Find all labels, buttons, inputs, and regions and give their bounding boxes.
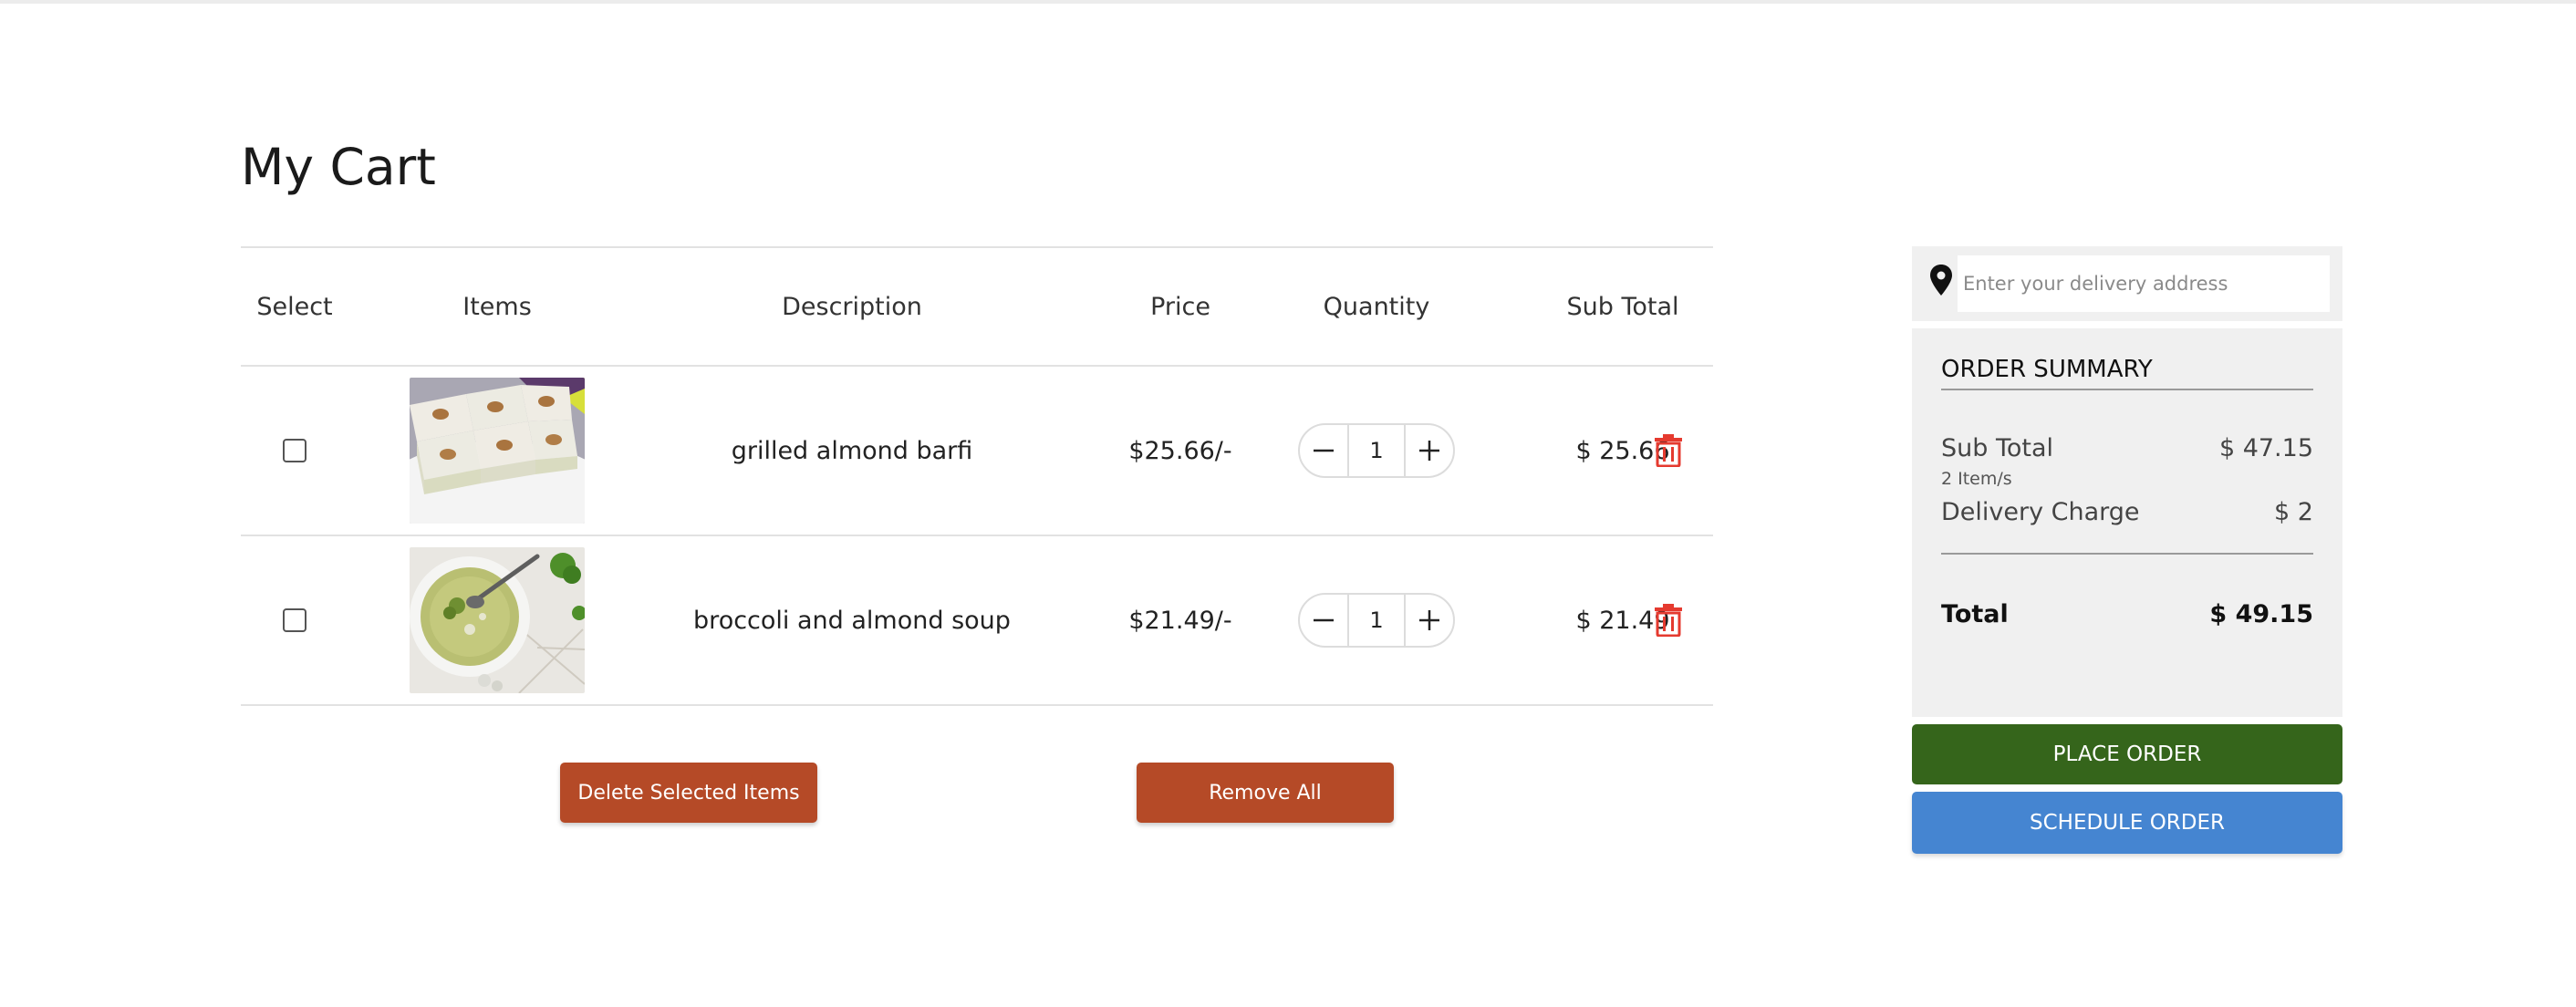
- increment-button[interactable]: [1406, 595, 1453, 646]
- quantity-stepper: 1: [1298, 423, 1455, 478]
- delivery-address-box: [1912, 246, 2342, 321]
- schedule-order-button[interactable]: SCHEDULE ORDER: [1912, 792, 2342, 854]
- table-row: broccoli and almond soup $21.49/- 1 $ 21…: [241, 536, 1713, 706]
- header-quantity: Quantity: [1323, 292, 1430, 321]
- plus-icon: [1419, 441, 1439, 461]
- header-items: Items: [462, 292, 532, 321]
- header-description: Description: [782, 292, 922, 321]
- item-description: broccoli and almond soup: [693, 606, 1011, 635]
- item-count: 2 Item/s: [1941, 469, 2012, 489]
- delivery-label: Delivery Charge: [1941, 498, 2140, 526]
- cart-table: Select Items Description Price Quantity …: [241, 246, 1713, 706]
- summary-divider: [1941, 553, 2313, 555]
- order-summary: ORDER SUMMARY Sub Total $ 47.15 2 Item/s…: [1912, 328, 2342, 717]
- order-summary-title: ORDER SUMMARY: [1941, 356, 2313, 390]
- header-select: Select: [256, 292, 333, 321]
- subtotal-value: $ 47.15: [2218, 434, 2313, 462]
- minus-icon: [1314, 449, 1334, 452]
- header-subtotal: Sub Total: [1566, 292, 1679, 321]
- decrement-button[interactable]: [1300, 425, 1347, 476]
- delivery-line: Delivery Charge $ 2: [1941, 498, 2313, 526]
- trash-icon[interactable]: [1654, 604, 1683, 637]
- subtotal-label: Sub Total: [1941, 434, 2054, 462]
- table-header-row: Select Items Description Price Quantity …: [241, 246, 1713, 367]
- almond-barfi-image: [410, 378, 585, 524]
- plus-icon: [1419, 610, 1439, 630]
- total-line: Total $ 49.15: [1941, 600, 2313, 628]
- broccoli-soup-image: [410, 547, 585, 693]
- select-checkbox[interactable]: [283, 608, 306, 632]
- delivery-value: $ 2: [2274, 498, 2313, 526]
- item-description: grilled almond barfi: [731, 436, 973, 465]
- item-subtotal: $ 25.66: [1575, 436, 1670, 465]
- item-subtotal: $ 21.49: [1575, 606, 1670, 635]
- total-value: $ 49.15: [2209, 600, 2313, 628]
- quantity-value[interactable]: 1: [1347, 595, 1406, 646]
- page-title: My Cart: [241, 138, 436, 196]
- total-label: Total: [1941, 600, 2009, 628]
- increment-button[interactable]: [1406, 425, 1453, 476]
- place-order-button[interactable]: PLACE ORDER: [1912, 724, 2342, 784]
- delete-selected-button[interactable]: Delete Selected Items: [560, 763, 817, 823]
- top-border: [0, 0, 2576, 4]
- decrement-button[interactable]: [1300, 595, 1347, 646]
- trash-icon[interactable]: [1654, 434, 1683, 467]
- subtotal-line: Sub Total $ 47.15: [1941, 434, 2313, 462]
- remove-all-button[interactable]: Remove All: [1137, 763, 1394, 823]
- select-checkbox[interactable]: [283, 439, 306, 462]
- map-pin-icon: [1930, 265, 1952, 296]
- minus-icon: [1314, 618, 1334, 622]
- delivery-address-input[interactable]: [1958, 255, 2330, 312]
- table-row: grilled almond barfi $25.66/- 1 $ 25.66: [241, 367, 1713, 536]
- quantity-value[interactable]: 1: [1347, 425, 1406, 476]
- quantity-stepper: 1: [1298, 593, 1455, 648]
